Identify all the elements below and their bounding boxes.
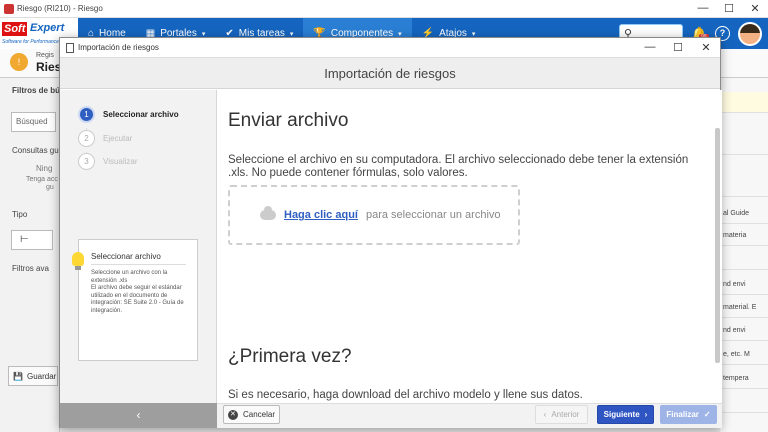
step-number: 1	[78, 106, 95, 123]
chevron-left-icon: ‹	[136, 408, 141, 422]
collapse-panel-button[interactable]: ‹	[60, 403, 217, 428]
wizard-steps-panel: 1 Seleccionar archivo 2 Ejecutar 3 Visua…	[60, 90, 217, 403]
step-label: Visualizar	[103, 157, 138, 166]
content-heading: Enviar archivo	[228, 110, 349, 131]
grid-row: nd envi	[720, 320, 768, 341]
save-icon: 💾	[13, 371, 23, 381]
background-grid: al Guide materia nd envi material. E nd …	[720, 78, 768, 432]
step-number: 2	[78, 130, 95, 147]
close-button[interactable]: ✕	[742, 2, 768, 15]
dialog-footer: ✕ Cancelar ‹ Anterior Siguiente › Finali…	[217, 403, 722, 428]
app-icon	[4, 3, 14, 14]
tipo-selector[interactable]: ⊢	[11, 230, 53, 250]
step-seleccionar-archivo[interactable]: 1 Seleccionar archivo	[78, 106, 179, 123]
upload-text: para seleccionar un archivo	[365, 209, 501, 221]
document-icon	[66, 42, 74, 53]
grid-row: e, etc. M	[720, 344, 768, 365]
grid-row: nd envi	[720, 274, 768, 295]
tip-box: Seleccionar archivo Seleccione un archiv…	[72, 239, 198, 361]
close-icon: ✕	[227, 409, 238, 420]
step-label: Seleccionar archivo	[103, 110, 179, 119]
next-label: Siguiente	[603, 410, 640, 419]
finish-button[interactable]: Finalizar ✓	[660, 405, 717, 424]
grid-row: tempera	[720, 368, 768, 389]
filtros-avanzados-label[interactable]: Filtros ava	[12, 264, 49, 273]
tipo-label: Tipo	[12, 210, 28, 219]
cancel-label: Cancelar	[242, 410, 275, 419]
next-button[interactable]: Siguiente ›	[597, 405, 654, 424]
cloud-upload-icon	[260, 206, 276, 220]
warning-icon: !	[10, 53, 28, 71]
grid-row: material. E	[720, 297, 768, 318]
maximize-button[interactable]: ☐	[716, 2, 742, 15]
content-instructions: Seleccione el archivo en su computadora.…	[228, 154, 689, 180]
grid-row: al Guide	[720, 203, 768, 224]
upload-link[interactable]: Haga clic aquí	[284, 209, 358, 221]
grid-row	[720, 249, 768, 270]
first-time-text: Si es necesario, haga download del archi…	[228, 389, 583, 401]
grid-row	[720, 134, 768, 155]
filters-panel: Filtros de bús Búsqued Consultas gu Ning…	[0, 78, 64, 432]
step-number: 3	[78, 153, 95, 170]
chevron-right-icon: ›	[644, 410, 648, 419]
grid-row	[720, 92, 768, 113]
guardar-button[interactable]: 💾 Guardar	[8, 366, 58, 386]
check-icon: ✓	[703, 410, 711, 419]
tip-title: Seleccionar archivo	[91, 252, 161, 261]
logo-text-expert: Expert	[30, 22, 65, 34]
dialog-header: Importación de riesgos	[60, 58, 720, 89]
dialog-window-title: Importación de riesgos	[78, 43, 159, 52]
import-risks-dialog: Importación de riesgos — ☐ ✕ Importación…	[59, 37, 722, 428]
filters-title: Filtros de bús	[12, 86, 65, 95]
consultas-label: Consultas gu	[12, 146, 59, 155]
step-visualizar[interactable]: 3 Visualizar	[78, 153, 138, 170]
previous-button[interactable]: ‹ Anterior	[535, 405, 588, 424]
content-scrollbar[interactable]	[715, 128, 720, 363]
gu-text: gu	[46, 184, 54, 191]
chevron-left-icon: ‹	[543, 410, 547, 419]
grid-row	[720, 392, 768, 413]
record-label: Regis	[36, 52, 54, 59]
dialog-titlebar: Importación de riesgos — ☐ ✕	[60, 38, 720, 58]
avatar[interactable]	[738, 21, 762, 46]
dialog-close-button[interactable]: ✕	[692, 41, 720, 54]
minimize-button[interactable]: —	[690, 2, 716, 15]
hierarchy-icon: ⊢	[20, 234, 29, 245]
finish-label: Finalizar	[666, 410, 699, 419]
filter-search-placeholder: Búsqued	[16, 117, 48, 126]
dialog-minimize-button[interactable]: —	[636, 41, 664, 54]
step-ejecutar[interactable]: 2 Ejecutar	[78, 130, 132, 147]
grid-row	[720, 176, 768, 197]
lightbulb-icon	[72, 252, 84, 270]
tip-body: Seleccione un archivo con la extensión .…	[91, 270, 184, 314]
tenga-text: Tenga acc	[26, 176, 58, 183]
dialog-maximize-button[interactable]: ☐	[664, 41, 692, 54]
ninguna-text: Ning	[36, 164, 53, 173]
file-dropzone[interactable]: Haga clic aquí para seleccionar un archi…	[228, 185, 520, 245]
step-label: Ejecutar	[103, 134, 133, 143]
os-titlebar: Riesgo (RI210) - Riesgo — ☐ ✕	[0, 0, 768, 18]
os-window-title: Riesgo (RI210) - Riesgo	[17, 4, 103, 13]
guardar-label: Guardar	[26, 371, 57, 381]
logo-text-soft: Soft	[2, 22, 28, 36]
first-time-heading: ¿Primera vez?	[228, 346, 352, 367]
dialog-content: Enviar archivo Seleccione el archivo en …	[217, 90, 722, 403]
previous-label: Anterior	[551, 410, 580, 419]
filter-search-input[interactable]: Búsqued	[11, 112, 56, 132]
grid-row: materia	[720, 225, 768, 246]
cancel-button[interactable]: ✕ Cancelar	[223, 405, 280, 424]
tip-divider	[91, 264, 186, 265]
